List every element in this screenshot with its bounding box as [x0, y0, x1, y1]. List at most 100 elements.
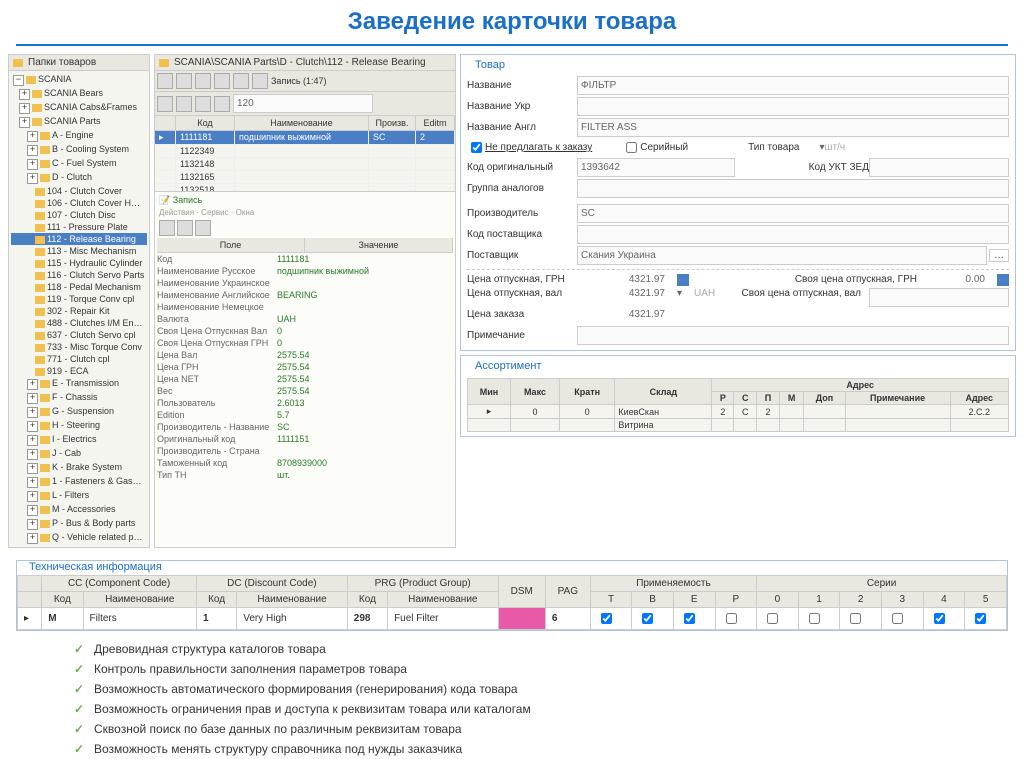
orig-code-input[interactable] — [577, 158, 735, 177]
page-input[interactable] — [233, 94, 373, 113]
ellipsis-button[interactable]: … — [989, 249, 1009, 262]
refresh-icon[interactable] — [252, 73, 268, 89]
col-addr2[interactable]: Адрес — [950, 392, 1008, 405]
tree-item[interactable]: +B - Cooling System — [11, 143, 147, 157]
table-row[interactable]: Витрина — [468, 419, 1009, 432]
col-min[interactable]: Мин — [468, 379, 511, 405]
expand-icon[interactable]: + — [27, 145, 38, 156]
tree-item[interactable]: 119 - Torque Conv cpl — [11, 293, 147, 305]
nav-first-icon[interactable] — [157, 73, 173, 89]
detail-menu[interactable]: Действия · Сервис · Окна — [157, 207, 453, 218]
tree-item[interactable]: +J - Cab — [11, 447, 147, 461]
search-icon[interactable] — [233, 73, 249, 89]
note-input[interactable] — [577, 326, 1009, 345]
expand-icon[interactable]: + — [19, 117, 30, 128]
expand-icon[interactable]: + — [27, 421, 38, 432]
expand-icon[interactable]: + — [27, 449, 38, 460]
tree-item[interactable]: +E - Transmission — [11, 377, 147, 391]
copy-icon[interactable] — [177, 220, 193, 236]
grid-row[interactable]: ▸1111181подшипник выжимнойSC2 — [155, 131, 455, 145]
tree-item[interactable]: 104 - Clutch Cover — [11, 185, 147, 197]
expand-icon[interactable]: + — [27, 491, 38, 502]
col-e[interactable]: E — [673, 592, 715, 608]
tree-item[interactable]: 302 - Repair Kit — [11, 305, 147, 317]
series-0-checkbox[interactable] — [767, 613, 778, 624]
col-4[interactable]: 4 — [923, 592, 965, 608]
col-applic[interactable]: Применяемость — [590, 576, 756, 592]
expand-icon[interactable]: + — [27, 393, 38, 404]
col-prg-name[interactable]: Наименование — [388, 592, 499, 608]
expand-icon[interactable]: + — [27, 463, 38, 474]
tree-item[interactable]: 112 - Release Bearing — [11, 233, 147, 245]
price-indicator-icon[interactable] — [997, 274, 1009, 286]
col-editm[interactable]: Editm — [416, 116, 455, 130]
tree-item[interactable]: +D - Clutch — [11, 171, 147, 185]
nav-next-icon[interactable] — [195, 73, 211, 89]
expand-icon[interactable]: + — [27, 505, 38, 516]
col-3[interactable]: 3 — [881, 592, 923, 608]
tree-item[interactable]: 733 - Misc Torque Conv — [11, 341, 147, 353]
col-cc-name[interactable]: Наименование — [83, 592, 196, 608]
col-code[interactable]: Код — [176, 116, 235, 130]
col-0[interactable]: 0 — [757, 592, 799, 608]
tree-item[interactable]: 115 - Hydraulic Cylinder — [11, 257, 147, 269]
col-mult[interactable]: Кратн — [559, 379, 614, 405]
tree-item[interactable]: +I - Electrics — [11, 433, 147, 447]
col-2[interactable]: 2 — [840, 592, 882, 608]
col-t[interactable]: T — [590, 592, 632, 608]
col-dc-name[interactable]: Наименование — [237, 592, 348, 608]
col-prg-code[interactable]: Код — [347, 592, 387, 608]
expand-icon[interactable]: + — [27, 533, 38, 544]
no-offer-checkbox[interactable] — [471, 142, 482, 153]
tree-item[interactable]: +H - Steering — [11, 419, 147, 433]
grid-row[interactable]: 1132148 — [155, 158, 455, 171]
col-name[interactable]: Наименование — [235, 116, 369, 130]
expand-icon[interactable]: + — [27, 379, 38, 390]
col-r[interactable]: Р — [712, 392, 734, 405]
bold-icon[interactable] — [176, 96, 192, 112]
nav-prev-icon[interactable] — [176, 73, 192, 89]
tree-item[interactable]: +K - Brake System — [11, 461, 147, 475]
trash-icon[interactable] — [157, 96, 173, 112]
applic-b-checkbox[interactable] — [642, 613, 653, 624]
series-3-checkbox[interactable] — [892, 613, 903, 624]
tree-item[interactable]: 113 - Misc Mechanism — [11, 245, 147, 257]
col-m[interactable]: М — [779, 392, 803, 405]
tree-item[interactable]: 107 - Clutch Disc — [11, 209, 147, 221]
expand-icon[interactable]: + — [27, 159, 38, 170]
tree-item[interactable]: +SCANIA Parts — [11, 115, 147, 129]
col-max[interactable]: Макс — [510, 379, 559, 405]
tree-item[interactable]: +F - Chassis — [11, 391, 147, 405]
col-1[interactable]: 1 — [798, 592, 840, 608]
tree-item[interactable]: +C - Fuel System — [11, 157, 147, 171]
tree-item[interactable]: 111 - Pressure Plate — [11, 221, 147, 233]
col-b[interactable]: B — [632, 592, 674, 608]
expand-icon[interactable]: + — [27, 131, 38, 142]
series-1-checkbox[interactable] — [809, 613, 820, 624]
save-icon[interactable] — [159, 220, 175, 236]
series-4-checkbox[interactable] — [934, 613, 945, 624]
grid-row[interactable]: 1122349 — [155, 145, 455, 158]
applic-t-checkbox[interactable] — [601, 613, 612, 624]
tree-item[interactable]: 637 - Clutch Servo cpl — [11, 329, 147, 341]
supplier-code-input[interactable] — [577, 225, 1009, 244]
underline-icon[interactable] — [195, 96, 211, 112]
col-warehouse[interactable]: Склад — [615, 379, 712, 405]
expand-icon[interactable]: + — [19, 103, 30, 114]
col-s[interactable]: С — [734, 392, 757, 405]
supplier-input[interactable] — [577, 246, 987, 265]
chevron-down-icon[interactable]: ▾ — [677, 288, 682, 307]
expand-icon[interactable]: + — [27, 519, 38, 530]
col-origin[interactable]: Произв. — [369, 116, 416, 130]
tree-item[interactable]: +SCANIA Cabs&Frames — [11, 101, 147, 115]
col-pag[interactable]: PAG — [545, 576, 590, 608]
tree-item[interactable]: 771 - Clutch cpl — [11, 353, 147, 365]
tree-item[interactable]: 118 - Pedal Mechanism — [11, 281, 147, 293]
tree-item[interactable]: +L - Filters — [11, 489, 147, 503]
tree-item[interactable]: +A - Engine — [11, 129, 147, 143]
col-dop[interactable]: Доп — [804, 392, 845, 405]
col-dsm[interactable]: DSM — [498, 576, 545, 608]
tree-item[interactable]: +SCANIA Bears — [11, 87, 147, 101]
grid-row[interactable]: 1132518 — [155, 184, 455, 191]
col-5[interactable]: 5 — [965, 592, 1007, 608]
